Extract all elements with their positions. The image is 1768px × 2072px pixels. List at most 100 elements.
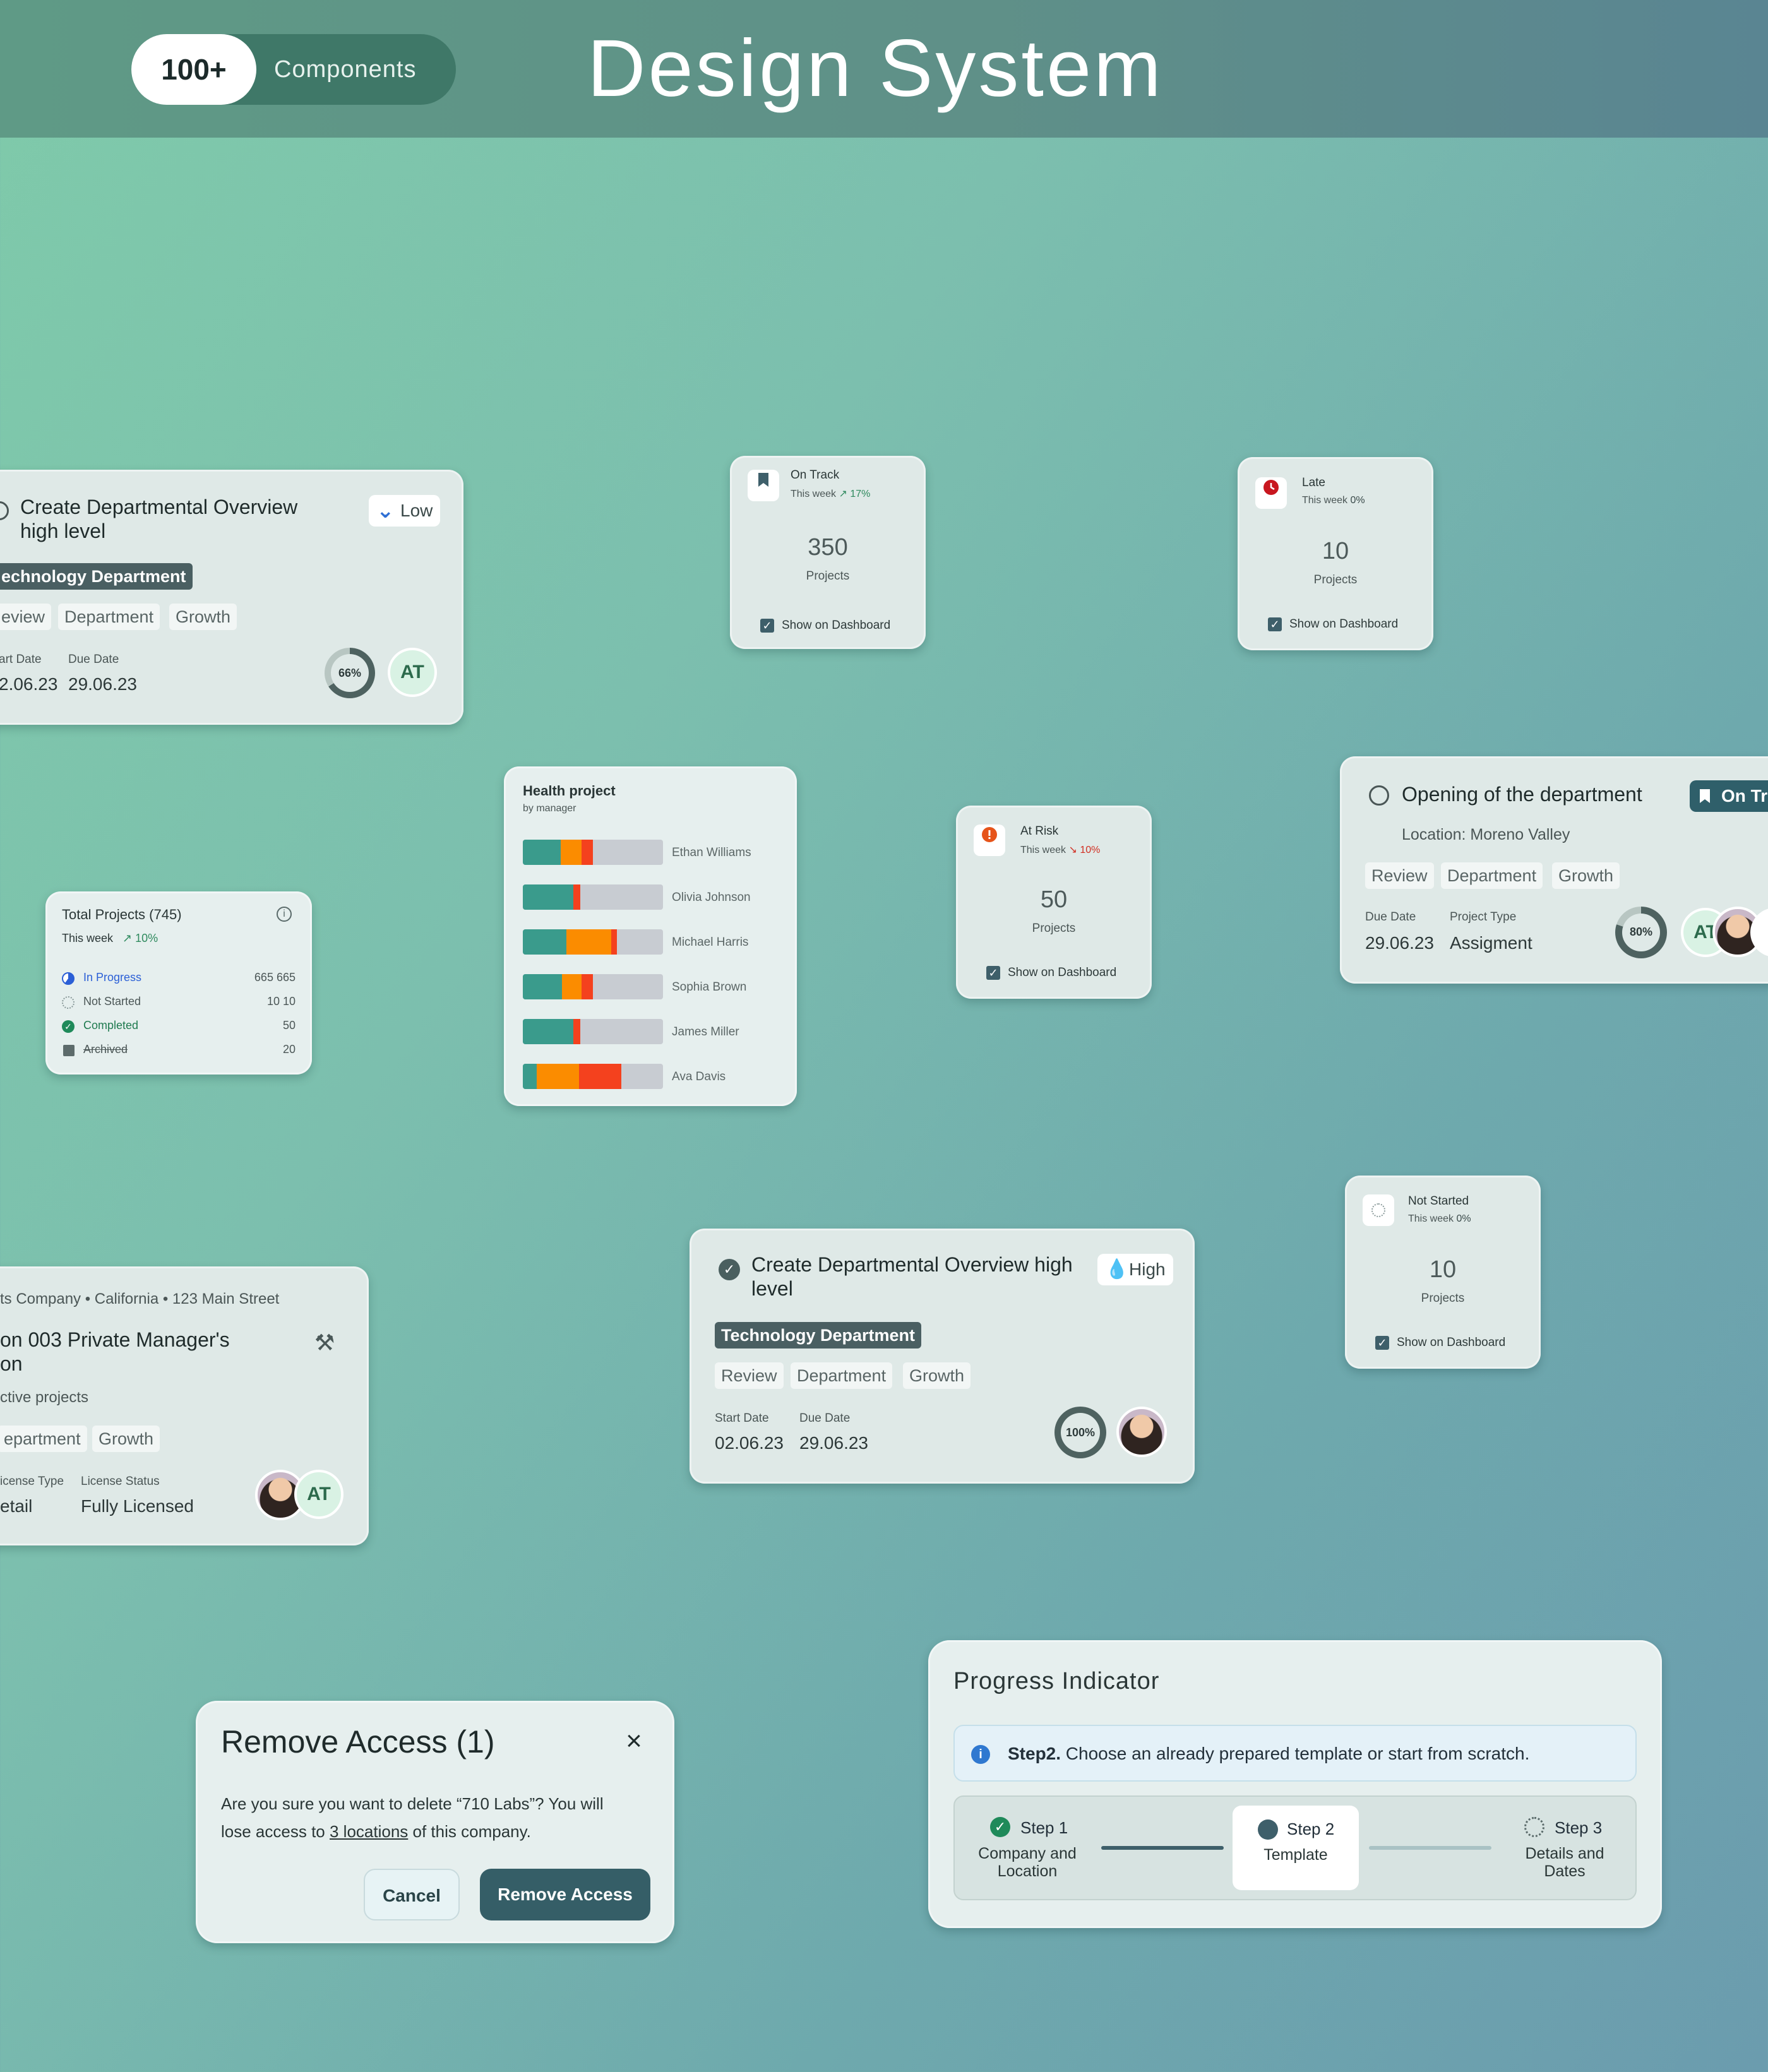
dialog-title: Remove Access (1) <box>221 1724 495 1759</box>
license-status-label: License Status <box>81 1475 160 1488</box>
status-badge[interactable]: On Tr <box>1690 780 1768 812</box>
total-projects-card: Total Projects (745) i This week ↗ 10% I… <box>45 891 312 1075</box>
progress-title: Progress Indicator <box>953 1668 1160 1694</box>
page-title: Design System <box>587 23 1164 114</box>
status-row-in-progress: In Progress 665 665 <box>62 970 296 987</box>
total-title: Total Projects (745) <box>62 907 182 922</box>
avatar[interactable]: AT <box>294 1470 343 1519</box>
tools-icon[interactable]: ⚒ <box>314 1330 335 1356</box>
avatar-photo[interactable] <box>1116 1407 1167 1457</box>
show-on-dashboard-checkbox[interactable]: ✓ <box>986 966 1000 980</box>
status-value: 20 <box>282 1043 296 1056</box>
health-title: Health project <box>523 783 616 799</box>
alert-icon <box>974 825 1005 856</box>
in-progress-icon <box>62 972 75 985</box>
health-bar <box>523 1064 663 1089</box>
info-icon[interactable]: i <box>277 907 292 922</box>
info-banner: i Step2. Choose an already prepared temp… <box>953 1725 1637 1782</box>
step-connector-pending <box>1369 1846 1491 1850</box>
components-label: Components <box>274 56 417 83</box>
step-label: Step 2 <box>1287 1819 1335 1838</box>
priority-badge[interactable]: ⌄ Low <box>369 495 441 527</box>
info-text: Step2. Choose an already prepared templa… <box>1008 1744 1530 1763</box>
project-type-label: Project Type <box>1450 910 1517 924</box>
task-card-low[interactable]: Create Departmental Overview high level … <box>0 470 463 725</box>
manager-name: Michael Harris <box>672 936 749 949</box>
health-bar-red-segment <box>573 1019 580 1044</box>
step-2[interactable]: Step 2 Template <box>1233 1806 1359 1890</box>
company-address: ts Company • California • 123 Main Stree… <box>0 1290 280 1307</box>
company-card[interactable]: ts Company • California • 123 Main Stree… <box>0 1266 369 1545</box>
show-on-dashboard-checkbox[interactable]: ✓ <box>1268 617 1282 631</box>
chevron-down-icon: ⌄ <box>376 499 395 523</box>
stat-period: This week ↗ 17% <box>791 489 871 499</box>
step-desc-1: Details and <box>1525 1845 1604 1862</box>
step-desc-1: Template <box>1263 1846 1328 1864</box>
remove-access-button[interactable]: Remove Access <box>480 1869 650 1920</box>
start-date-value: 02.06.23 <box>715 1433 784 1453</box>
checkbox-label: Show on Dashboard <box>782 619 891 632</box>
health-bar-red-segment <box>573 884 580 910</box>
check-circle-icon[interactable]: ✓ <box>719 1259 740 1280</box>
task-card-high[interactable]: ✓ Create Departmental Overview high leve… <box>690 1229 1195 1484</box>
stat-value: 10 <box>1429 1256 1457 1283</box>
archive-icon <box>63 1045 75 1056</box>
step-desc-2: Location <box>997 1862 1058 1880</box>
stat-label: Not Started <box>1408 1194 1469 1208</box>
status-row-archived: Archived 20 <box>62 1042 296 1059</box>
health-bar-green-segment <box>523 929 566 955</box>
health-bar <box>523 974 663 999</box>
status-circle-icon[interactable] <box>0 501 9 520</box>
checkbox-label: Show on Dashboard <box>1397 1336 1506 1349</box>
stat-card-not-started[interactable]: Not Started This week 0% 10 Projects ✓ S… <box>1345 1176 1541 1369</box>
tag-growth: Growth <box>903 1362 971 1389</box>
progress-value: 100% <box>1065 1426 1096 1439</box>
health-bar-orange-segment <box>537 1064 579 1089</box>
stat-card-on-track[interactable]: On Track This week ↗ 17% 350 Projects ✓ … <box>730 456 926 649</box>
step-3[interactable]: Step 3 Details and Dates <box>1502 1812 1628 1888</box>
health-bar-orange-segment <box>561 840 582 865</box>
stat-period: This week 0% <box>1408 1213 1471 1224</box>
license-type-value: etail <box>0 1496 33 1516</box>
stat-label: On Track <box>791 468 840 482</box>
locations-link[interactable]: 3 locations <box>330 1822 408 1841</box>
checkbox-label: Show on Dashboard <box>1008 966 1117 979</box>
due-date-label: Due Date <box>799 1412 851 1425</box>
priority-badge[interactable]: 💧 High <box>1097 1254 1173 1285</box>
avatar[interactable]: AT <box>388 648 437 697</box>
progress-value: 66% <box>338 667 362 679</box>
company-subtitle: ctive projects <box>0 1389 89 1406</box>
info-icon: i <box>971 1745 990 1764</box>
priority-label: High <box>1129 1259 1166 1279</box>
health-bar <box>523 840 663 865</box>
show-on-dashboard-checkbox[interactable]: ✓ <box>1375 1336 1389 1350</box>
bookmark-icon <box>1700 789 1710 803</box>
progress-indicator-card: Progress Indicator i Step2. Choose an al… <box>928 1640 1662 1928</box>
health-bar-green-segment <box>523 1064 537 1089</box>
project-type-value: Assigment <box>1450 933 1532 953</box>
stat-delta: 0% <box>1456 1213 1471 1224</box>
stat-label: At Risk <box>1020 825 1059 838</box>
clock-icon <box>1255 477 1287 509</box>
stat-unit: Projects <box>1032 922 1076 935</box>
tag-department: epartment <box>0 1426 87 1452</box>
project-card-opening[interactable]: Opening of the department On Tr Location… <box>1340 756 1768 984</box>
stat-delta: 0% <box>1350 495 1365 506</box>
stat-card-late[interactable]: Late This week 0% 10 Projects ✓ Show on … <box>1238 457 1433 650</box>
stat-unit: Projects <box>806 569 850 583</box>
total-period: This week ↗ 10% <box>62 932 158 944</box>
close-icon[interactable]: × <box>620 1727 648 1755</box>
step-1[interactable]: ✓ Step 1 Company and Location <box>967 1812 1087 1888</box>
stat-card-at-risk[interactable]: At Risk This week ↘ 10% 50 Projects ✓ Sh… <box>956 806 1152 999</box>
current-step-icon <box>1258 1819 1278 1840</box>
components-count: 100+ <box>131 34 256 105</box>
health-bar-orange-segment <box>566 929 611 955</box>
status-circle-icon[interactable] <box>1369 785 1389 806</box>
health-subtitle: by manager <box>523 803 576 814</box>
components-pill: 100+ Components <box>131 34 456 105</box>
task-title: Create Departmental Overview high level <box>751 1253 1073 1300</box>
cancel-button[interactable]: Cancel <box>364 1869 460 1920</box>
health-bar-red-segment <box>579 1064 621 1089</box>
due-date-value: 29.06.23 <box>68 674 137 694</box>
show-on-dashboard-checkbox[interactable]: ✓ <box>760 619 774 633</box>
